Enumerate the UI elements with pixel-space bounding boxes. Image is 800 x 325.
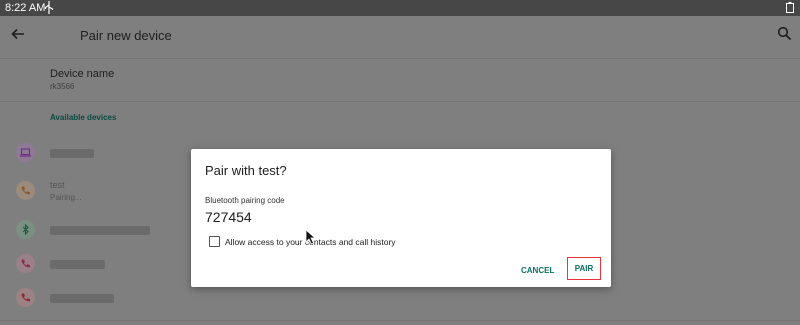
pairing-code: 727454: [205, 209, 252, 225]
page-title: Pair new device: [80, 28, 172, 43]
phone-icon: [16, 181, 35, 200]
header-divider: [0, 58, 800, 59]
device-name-label[interactable]: Device name: [50, 68, 114, 80]
device-item-redacted[interactable]: [50, 149, 94, 158]
device-item-redacted[interactable]: [50, 294, 114, 303]
list-divider: [0, 320, 800, 321]
pair-dialog: Pair with test? Bluetooth pairing code 7…: [191, 149, 611, 287]
cancel-button[interactable]: CANCEL: [521, 266, 554, 275]
status-bar: 8:22 AM: [0, 0, 800, 16]
search-icon[interactable]: [777, 26, 792, 41]
available-devices-title: Available devices: [50, 113, 117, 122]
device-item-redacted[interactable]: [50, 226, 150, 235]
phone-icon: [16, 288, 35, 307]
pair-button[interactable]: PAIR: [567, 257, 601, 280]
device-name-value: rk3566: [50, 82, 75, 91]
device-item-status: Pairing...: [50, 193, 82, 202]
bluetooth-icon: [16, 220, 35, 239]
dialog-title: Pair with test?: [205, 163, 287, 178]
laptop-icon: [16, 143, 35, 162]
usb-icon: [44, 1, 54, 14]
device-item-redacted[interactable]: [50, 260, 105, 269]
status-time: 8:22 AM: [5, 2, 46, 14]
battery-icon: [786, 2, 794, 13]
pair-button-label: PAIR: [574, 264, 594, 273]
back-arrow-icon[interactable]: [10, 26, 26, 42]
pairing-code-label: Bluetooth pairing code: [205, 196, 285, 205]
device-item-name[interactable]: test: [50, 180, 65, 190]
section-divider: [0, 101, 800, 102]
phone-icon: [16, 254, 35, 273]
mouse-cursor-icon: [305, 229, 317, 245]
contacts-access-checkbox[interactable]: [209, 236, 220, 247]
